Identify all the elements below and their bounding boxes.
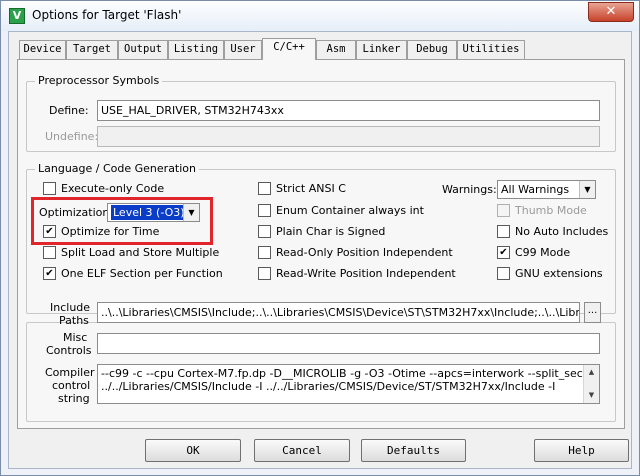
c99-mode-checkbox[interactable]: ✔ <box>497 246 510 259</box>
compiler-control-line2: ../../Libraries/CMSIS/Include -I ../../L… <box>101 380 556 393</box>
tab-asm[interactable]: Asm <box>316 40 356 59</box>
define-input[interactable]: USE_HAL_DRIVER, STM32H743xx <box>97 100 600 121</box>
strict-ansi-label: Strict ANSI C <box>276 182 346 195</box>
no-auto-includes-checkbox[interactable] <box>497 225 510 238</box>
strict-ansi-checkbox[interactable] <box>258 182 271 195</box>
defaults-button[interactable]: Defaults <box>361 439 466 462</box>
rw-pi-label: Read-Write Position Independent <box>276 267 456 280</box>
warnings-value: All Warnings <box>501 183 570 196</box>
chevron-down-icon[interactable]: ▼ <box>579 181 595 198</box>
optimize-time-label: Optimize for Time <box>61 225 160 238</box>
enum-container-checkbox[interactable] <box>258 204 271 217</box>
misc-label-line1: Misc <box>63 331 88 344</box>
help-button[interactable]: Help <box>534 439 629 462</box>
thumb-mode-label: Thumb Mode <box>515 204 587 217</box>
tab-user[interactable]: User <box>224 40 262 59</box>
optimization-select[interactable]: Level 3 (-O3) ▼ <box>107 203 200 222</box>
gnu-extensions-checkbox[interactable] <box>497 267 510 280</box>
plain-char-label: Plain Char is Signed <box>276 225 386 238</box>
compiler-control-string[interactable]: --c99 -c --cpu Cortex-M7.fp.dp -D__MICRO… <box>97 364 600 404</box>
tab-listing[interactable]: Listing <box>168 40 224 59</box>
no-auto-includes-label: No Auto Includes <box>515 225 609 238</box>
rw-pi-checkbox[interactable] <box>258 267 271 280</box>
cancel-button[interactable]: Cancel <box>254 439 350 462</box>
tab-debug[interactable]: Debug <box>407 40 457 59</box>
compiler-label-line2: control <box>52 379 91 392</box>
include-label-line1: Include <box>50 301 91 314</box>
ro-pi-label: Read-Only Position Independent <box>276 246 453 259</box>
keil-app-icon: V <box>9 8 25 24</box>
warnings-select[interactable]: All Warnings ▼ <box>497 180 596 199</box>
split-load-checkbox[interactable] <box>43 246 56 259</box>
window-title: Options for Target 'Flash' <box>32 8 182 22</box>
execute-only-checkbox[interactable] <box>43 182 56 195</box>
tab-utilities[interactable]: Utilities <box>457 40 525 59</box>
include-paths-browse-button[interactable]: ... <box>584 302 601 323</box>
optimize-time-checkbox[interactable]: ✔ <box>43 225 56 238</box>
split-load-label: Split Load and Store Multiple <box>61 246 220 259</box>
execute-only-label: Execute-only Code <box>61 182 165 195</box>
one-elf-label: One ELF Section per Function <box>61 267 223 280</box>
compiler-control-line1: --c99 -c --cpu Cortex-M7.fp.dp -D__MICRO… <box>101 367 600 380</box>
enum-container-label: Enum Container always int <box>276 204 424 217</box>
compiler-label-line1: Compiler <box>45 366 95 379</box>
scroll-down-icon[interactable]: ▼ <box>584 388 599 403</box>
misc-label-line2: Controls <box>46 344 92 357</box>
language-group-title: Language / Code Generation <box>35 162 200 175</box>
preprocessor-group-title: Preprocessor Symbols <box>35 74 163 87</box>
warnings-label: Warnings: <box>442 183 497 196</box>
title-bar[interactable]: V Options for Target 'Flash' ✕ <box>1 1 639 31</box>
include-paths-input[interactable]: ..\..\Libraries\CMSIS\Include;..\..\Libr… <box>97 302 580 323</box>
undefine-input[interactable] <box>97 126 600 147</box>
close-button[interactable]: ✕ <box>588 2 634 22</box>
scroll-up-icon[interactable]: ▲ <box>584 365 599 380</box>
options-dialog: V Options for Target 'Flash' ✕ Device Ta… <box>0 0 640 476</box>
ok-button[interactable]: OK <box>145 439 241 462</box>
undefine-label: Undefine: <box>45 130 99 143</box>
include-label-line2: Paths <box>59 314 89 327</box>
c-cpp-panel: Preprocessor Symbols Define: USE_HAL_DRI… <box>17 59 625 429</box>
tab-c-cpp[interactable]: C/C++ <box>262 38 316 60</box>
plain-char-checkbox[interactable] <box>258 225 271 238</box>
misc-controls-input[interactable] <box>97 333 600 354</box>
c99-mode-label: C99 Mode <box>515 246 571 259</box>
optimization-value: Level 3 (-O3) <box>111 205 187 220</box>
tab-device[interactable]: Device <box>19 40 66 59</box>
tab-output[interactable]: Output <box>118 40 168 59</box>
dialog-client: Device Target Output Listing User C/C++ … <box>8 31 632 469</box>
gnu-extensions-label: GNU extensions <box>515 267 603 280</box>
thumb-mode-checkbox[interactable] <box>497 204 510 217</box>
ro-pi-checkbox[interactable] <box>258 246 271 259</box>
one-elf-checkbox[interactable]: ✔ <box>43 267 56 280</box>
compiler-label-line3: string <box>58 392 90 405</box>
optimization-label: Optimization: <box>39 206 114 219</box>
compiler-control-scrollbar[interactable]: ▲ ▼ <box>583 365 599 403</box>
tab-target[interactable]: Target <box>66 40 118 59</box>
chevron-down-icon[interactable]: ▼ <box>183 204 199 221</box>
define-label: Define: <box>49 104 89 117</box>
tab-linker[interactable]: Linker <box>356 40 407 59</box>
